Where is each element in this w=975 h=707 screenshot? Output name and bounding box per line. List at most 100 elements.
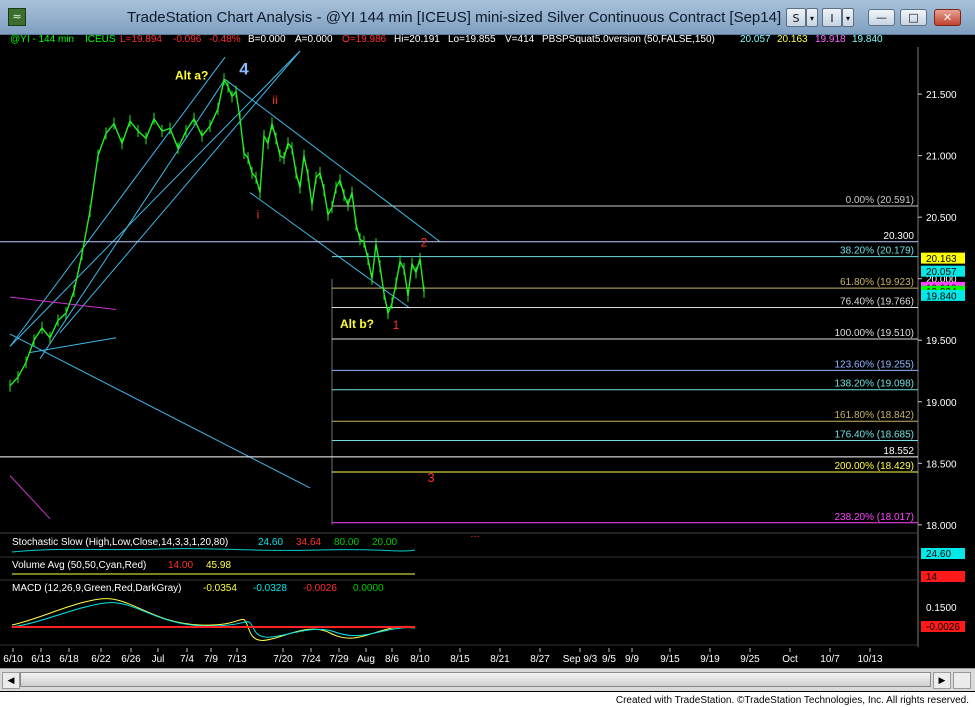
chart-canvas[interactable]: 0.00% (20.591) 38.20% (20.179) 61.80% (19.…: [0, 47, 975, 668]
chart-window: ≈ TradeStation Chart Analysis - @YI 144 …: [0, 0, 975, 692]
x-tick-label-5: Jul: [152, 654, 165, 665]
info-value-2: 20.163: [777, 34, 808, 45]
info-ask: A=0.000: [295, 34, 333, 45]
fib-label-3: 76.40% (19.766): [840, 296, 914, 307]
stochastic-axis-value: 24.60: [926, 549, 951, 560]
x-tick-label-9: 7/20: [273, 654, 293, 665]
x-tick-label-4: 6/26: [121, 654, 141, 665]
fib-label-2: 61.80% (19.923): [840, 277, 914, 288]
x-tick-label-26: 10/13: [857, 654, 882, 665]
macd-value-3: 0.0000: [353, 583, 384, 594]
wave-label-alt-a: Alt a?: [175, 68, 208, 82]
macd-label: MACD (12,26,9,Green,Red,DarkGray): [12, 583, 182, 594]
hline-label-0: 20.300: [883, 231, 914, 242]
i-menu-button[interactable]: I: [822, 8, 842, 27]
x-tick-label-8: 7/13: [227, 654, 247, 665]
x-tick-label-3: 6/22: [91, 654, 111, 665]
fib-label-4: 100.00% (19.510): [834, 328, 914, 339]
hline-label-1: 18.552: [883, 446, 914, 457]
x-tick-label-21: 9/15: [660, 654, 680, 665]
price-marker-label-4: 19.840: [926, 291, 957, 302]
stochastic-label: Stochastic Slow (High,Low,Close,14,3,3,1…: [12, 537, 228, 548]
info-low: Lo=19.855: [448, 34, 496, 45]
x-tick-label-13: 8/6: [385, 654, 399, 665]
macd-value-1: -0.0328: [253, 583, 287, 594]
y-tick-label-5: 19.000: [926, 398, 957, 409]
volume_avg-label: Volume Avg (50,50,Cyan,Red): [12, 560, 146, 571]
y-tick-label-6: 18.500: [926, 459, 957, 470]
i-menu-arrow-icon[interactable]: ▾: [842, 8, 854, 27]
x-tick-label-11: 7/29: [329, 654, 349, 665]
fib-label-10: 238.20% (18.017): [834, 512, 914, 523]
y-tick-label-4: 19.500: [926, 336, 957, 347]
x-tick-label-1: 6/13: [31, 654, 51, 665]
y-tick-label-2: 20.500: [926, 213, 957, 224]
scroll-thumb[interactable]: [20, 672, 931, 687]
x-tick-label-0: 6/10: [3, 654, 23, 665]
tradestation-app-icon: ≈: [8, 8, 26, 26]
x-tick-label-18: Sep 9/3: [563, 654, 598, 665]
x-tick-label-24: Oct: [782, 654, 798, 665]
x-tick-label-16: 8/21: [490, 654, 510, 665]
s-menu-button[interactable]: S: [786, 8, 806, 27]
close-button[interactable]: ✕: [934, 9, 961, 26]
y-tick-label-0: 21.500: [926, 90, 957, 101]
wave-label-alt-b: Alt b?: [340, 317, 374, 331]
y-tick-label-7: 18.000: [926, 521, 957, 532]
info-bid: B=0.000: [248, 34, 286, 45]
x-tick-label-23: 9/25: [740, 654, 760, 665]
wave-label-ii: ii: [272, 93, 277, 107]
volume_avg-axis-value: 14: [926, 572, 938, 583]
info-indicator: PBSPSquat5.0version (50,FALSE,150): [542, 34, 715, 45]
stochastic-value-1: 34.64: [296, 537, 321, 548]
info-high: Hi=20.191: [394, 34, 440, 45]
fib-label-5: 123.60% (19.255): [834, 359, 914, 370]
x-tick-label-20: 9/9: [625, 654, 639, 665]
x-tick-label-15: 8/15: [450, 654, 470, 665]
price-marker-label-0: 20.163: [926, 254, 957, 265]
info-net-change: -0.096: [173, 34, 202, 45]
title-bar[interactable]: ≈ TradeStation Chart Analysis - @YI 144 …: [0, 0, 975, 35]
x-tick-label-12: Aug: [357, 654, 375, 665]
symbol-info-bar: @YI - 144 min ICEUS L=19.894 -0.096 -0.4…: [0, 34, 975, 47]
info-value-4: 19.840: [852, 34, 883, 45]
scroll-end-button[interactable]: [953, 672, 971, 689]
wave-label-2: 2: [421, 236, 428, 250]
info-volume: V=414: [505, 34, 535, 45]
x-tick-label-7: 7/9: [204, 654, 218, 665]
y-tick-label-1: 21.000: [926, 152, 957, 163]
wave-label-1: 1: [393, 318, 400, 332]
macd-axis-tick: 0.1500: [926, 603, 957, 614]
x-tick-label-22: 9/19: [700, 654, 720, 665]
wave-label-3: 3: [427, 470, 434, 485]
wave-label-4: 4: [239, 59, 249, 78]
scroll-right-icon[interactable]: ▶: [933, 672, 951, 689]
window-title: TradeStation Chart Analysis - @YI 144 mi…: [127, 9, 782, 26]
info-symbol: @YI - 144 min: [10, 34, 75, 45]
x-tick-label-10: 7/24: [301, 654, 321, 665]
stochastic-value-2: 80.00: [334, 537, 359, 548]
info-value-1: 20.057: [740, 34, 771, 45]
horizontal-scrollbar[interactable]: ◀ ▶: [0, 668, 975, 691]
x-tick-label-2: 6/18: [59, 654, 79, 665]
x-tick-label-17: 8/27: [530, 654, 550, 665]
macd-value-2: -0.0026: [303, 583, 337, 594]
info-pct-change: -0.48%: [209, 34, 241, 45]
volume_avg-value-0: 14.00: [168, 560, 193, 571]
price-marker-label-1: 20.057: [926, 267, 957, 278]
info-exchange: ICEUS: [85, 34, 116, 45]
macd-value-0: -0.0354: [203, 583, 237, 594]
minimize-button[interactable]: —: [868, 9, 895, 26]
info-value-3: 19.918: [815, 34, 846, 45]
fib-label-9: 200.00% (18.429): [834, 461, 914, 472]
copyright-footer: Created with TradeStation. ©TradeStation…: [615, 695, 969, 706]
fib-label-0: 0.00% (20.591): [846, 195, 914, 206]
wave-label-ellipsis: ...: [470, 528, 479, 540]
info-last: L=19.894: [120, 34, 162, 45]
macd-axis-value: -0.0026: [926, 622, 960, 633]
maximize-button[interactable]: □: [900, 9, 927, 26]
fib-label-1: 38.20% (20.179): [840, 246, 914, 257]
s-menu-arrow-icon[interactable]: ▾: [806, 8, 818, 27]
stochastic-value-3: 20.00: [372, 537, 397, 548]
scroll-left-icon[interactable]: ◀: [2, 672, 20, 689]
